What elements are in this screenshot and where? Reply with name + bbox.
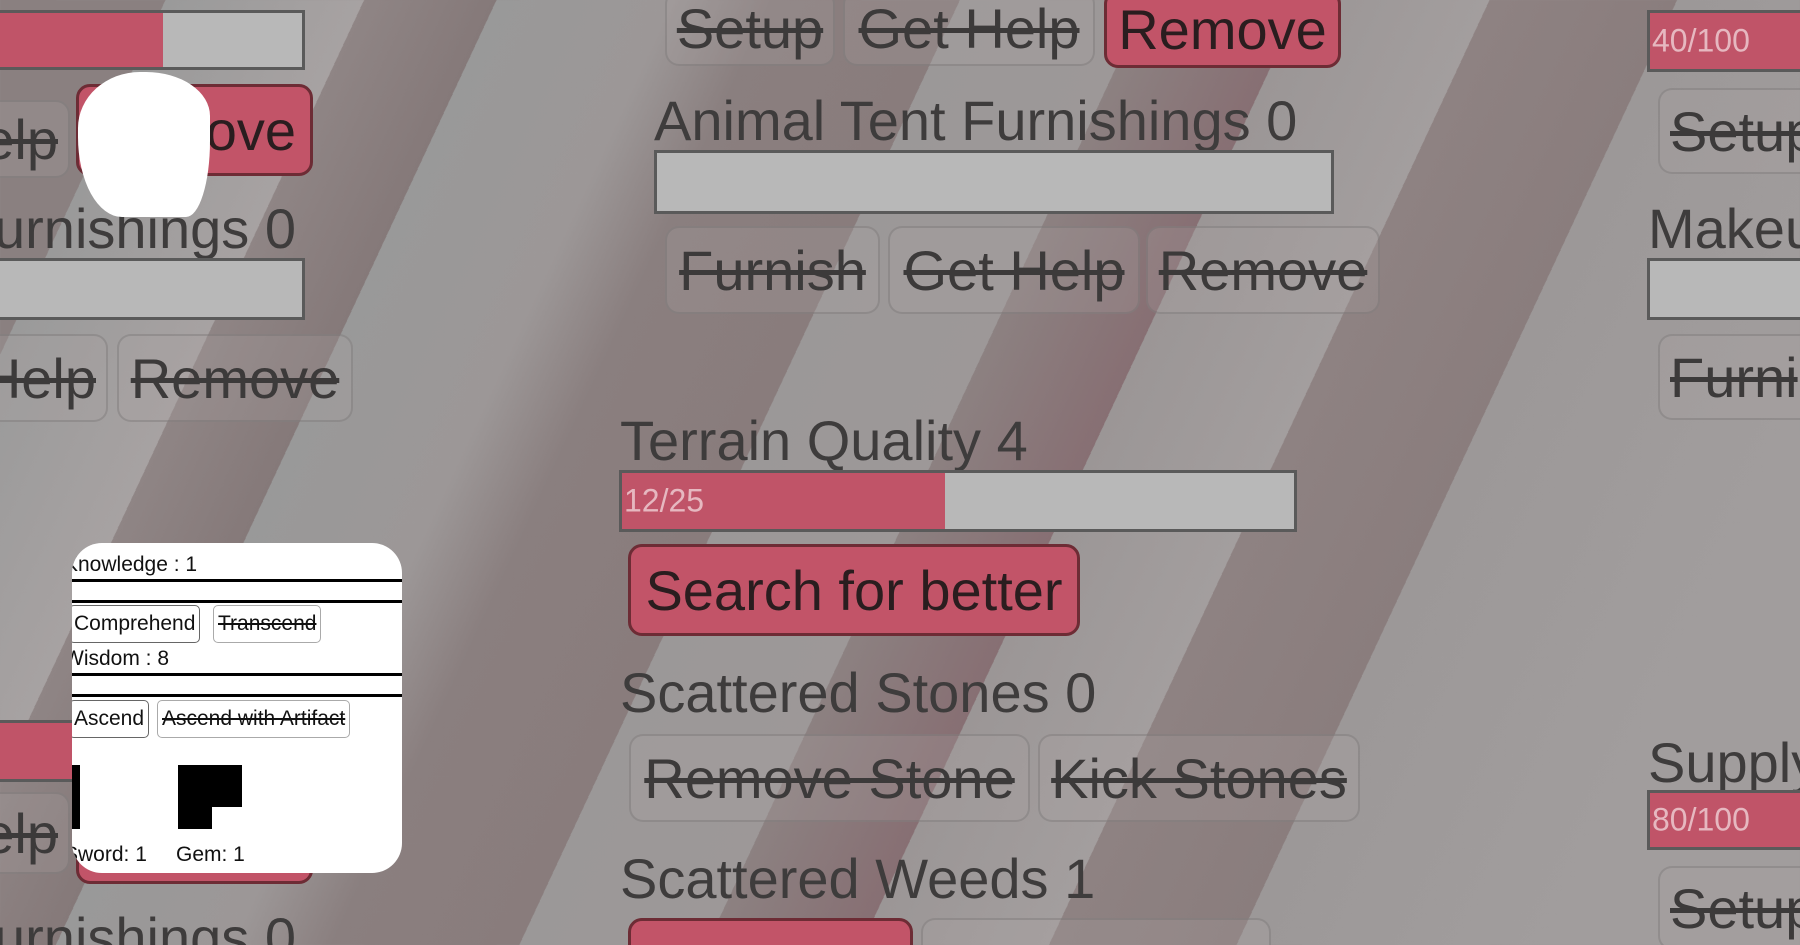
right-makeup-bar bbox=[1647, 258, 1800, 320]
comprehend-button[interactable]: Comprehend bbox=[72, 605, 201, 643]
left-furnishings-bar bbox=[0, 258, 305, 320]
ascend-with-artifact-button[interactable]: Ascend with Artifact bbox=[157, 700, 351, 738]
left-lower-progress-bar bbox=[0, 720, 80, 782]
transcend-button[interactable]: Transcend bbox=[213, 605, 322, 643]
search-for-better-button[interactable]: Search for better bbox=[628, 544, 1080, 636]
left-help2-button[interactable]: Help bbox=[0, 334, 108, 422]
pull-weed-button[interactable] bbox=[628, 918, 913, 945]
get-help-button[interactable]: Get Help bbox=[843, 0, 1095, 66]
divider-line bbox=[72, 579, 402, 582]
sword-count-text: Sword: 1 bbox=[72, 843, 147, 866]
terrain-quality-text: 12/25 bbox=[624, 482, 705, 519]
stats-popup: Knowledge : 1 Comprehend Transcend Wisdo… bbox=[72, 543, 402, 873]
furnish-get-help-button[interactable]: Get Help bbox=[888, 226, 1140, 314]
right-setup2-button[interactable]: Setup bbox=[1658, 866, 1800, 945]
gem-count-text: Gem: 1 bbox=[176, 843, 245, 866]
divider-line bbox=[72, 600, 402, 603]
left-lower-progress-fill bbox=[0, 723, 77, 779]
terrain-quality-label: Terrain Quality 4 bbox=[620, 409, 1028, 472]
left-top-progress-fill bbox=[0, 13, 163, 67]
gem-icon bbox=[178, 765, 242, 829]
terrain-quality-bar: 12/25 bbox=[619, 470, 1297, 532]
right-top-progress-text: 40/100 bbox=[1652, 22, 1750, 59]
scattered-stones-label: Scattered Stones 0 bbox=[620, 661, 1097, 724]
divider-line bbox=[72, 673, 402, 676]
right-supply-text: 80/100 bbox=[1652, 801, 1750, 838]
divider-line bbox=[72, 694, 402, 697]
sword-icon bbox=[72, 765, 80, 829]
left-remove2-button[interactable]: Remove bbox=[117, 334, 353, 422]
right-supply-label: Supply bbox=[1648, 731, 1800, 794]
right-furnish-button[interactable]: Furni bbox=[1658, 334, 1800, 420]
weeds-second-button[interactable] bbox=[921, 918, 1271, 945]
right-top-progress-bar: 40/100 bbox=[1647, 10, 1800, 72]
animal-tent-bar bbox=[654, 150, 1334, 214]
scattered-weeds-label: Scattered Weeds 1 bbox=[620, 847, 1096, 910]
right-supply-bar: 80/100 bbox=[1647, 790, 1800, 850]
left-help3-button[interactable]: elp bbox=[0, 792, 70, 874]
furnish-remove-button[interactable]: Remove bbox=[1146, 226, 1380, 314]
right-makeup-label: Makeu bbox=[1648, 197, 1800, 260]
left-help-button[interactable]: elp bbox=[0, 100, 70, 178]
kick-stones-button[interactable]: Kick Stones bbox=[1038, 734, 1360, 822]
right-setup-button[interactable]: Setup bbox=[1658, 88, 1800, 174]
wisdom-text: Wisdom : 8 bbox=[72, 647, 170, 670]
furnish-button[interactable]: Furnish bbox=[665, 226, 880, 314]
setup-button[interactable]: Setup bbox=[665, 0, 835, 66]
cursor-blob-shape bbox=[78, 72, 210, 217]
knowledge-text: Knowledge : 1 bbox=[72, 553, 198, 576]
animal-tent-label: Animal Tent Furnishings 0 bbox=[654, 89, 1298, 152]
ascend-button[interactable]: Ascend bbox=[72, 700, 150, 738]
remove-stone-button[interactable]: Remove Stone bbox=[629, 734, 1030, 822]
left-furnishings-label2: urnishings 0 bbox=[0, 906, 296, 945]
left-top-progress-bar bbox=[0, 10, 305, 70]
remove-button[interactable]: Remove bbox=[1104, 0, 1341, 68]
